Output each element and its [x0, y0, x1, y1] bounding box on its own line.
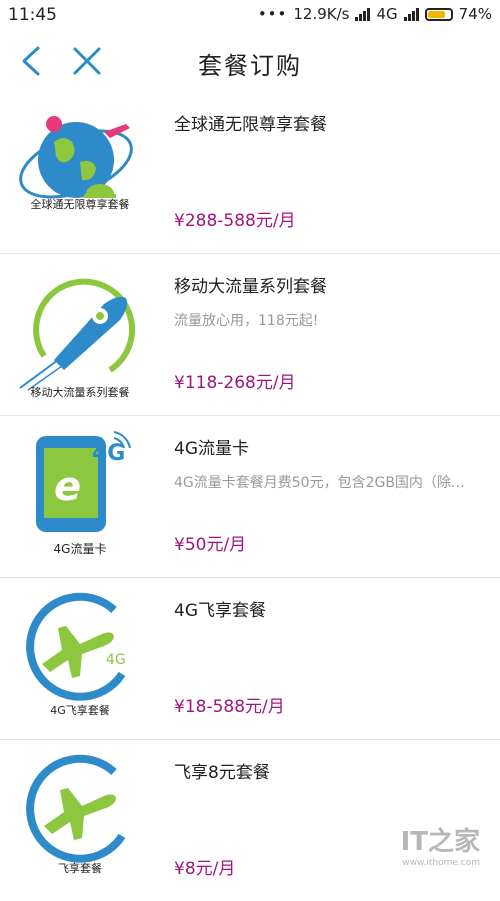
- item-logo-caption: 4G飞享套餐: [50, 704, 110, 717]
- phone-4g-icon: e 4G: [36, 431, 131, 532]
- item-price: ¥288-588元/月: [174, 211, 296, 231]
- more-dots-icon: •••: [257, 5, 288, 23]
- item-desc: 流量放心用，118元起!: [174, 313, 319, 329]
- svg-text:4G: 4G: [106, 652, 126, 668]
- item-price: ¥118-268元/月: [174, 373, 296, 393]
- globe-travel-icon: [19, 116, 133, 199]
- list-item[interactable]: e 4G 4G流量卡 4G流量卡 4G流量卡套餐月费50元，包含2GB国内（除……: [0, 416, 500, 578]
- item-title: 4G飞享套餐: [174, 601, 266, 621]
- item-logo-caption: 飞享套餐: [58, 862, 102, 875]
- svg-text:4G: 4G: [92, 441, 125, 466]
- item-logo-caption: 移动大流量系列套餐: [30, 386, 130, 399]
- watermark-logo: IT之家: [400, 827, 480, 857]
- watermark-url: www.ithome.com: [402, 858, 480, 868]
- battery-icon: [424, 7, 453, 21]
- item-price: ¥18-588元/月: [174, 697, 285, 717]
- rocket-icon: [19, 278, 136, 391]
- item-title: 4G流量卡: [174, 439, 249, 459]
- network-type: 4G: [376, 5, 398, 23]
- network-speed: 12.9K/s: [293, 5, 350, 23]
- list-item[interactable]: 全球通无限尊享套餐 全球通无限尊享套餐 ¥288-588元/月: [0, 92, 500, 254]
- item-desc: 4G流量卡套餐月费50元，包含2GB国内（除…: [174, 475, 465, 491]
- list-item[interactable]: 移动大流量系列套餐 移动大流量系列套餐 流量放心用，118元起! ¥118-26…: [0, 254, 500, 416]
- battery-level: 74%: [458, 5, 492, 23]
- airplane-4g-icon: 4G: [26, 592, 126, 701]
- item-price: ¥50元/月: [174, 535, 247, 555]
- status-time: 11:45: [8, 5, 57, 25]
- item-logo-caption: 全球通无限尊享套餐: [30, 198, 130, 211]
- list-item[interactable]: 4G 4G飞享套餐 4G飞享套餐 ¥18-588元/月: [0, 578, 500, 740]
- watermark: IT之家 www.ithome.com: [401, 821, 480, 868]
- status-icons: ••• 12.9K/s 4G 74%: [258, 5, 492, 23]
- status-bar: 11:45 ••• 12.9K/s 4G 74%: [0, 0, 500, 32]
- item-title: 移动大流量系列套餐: [174, 277, 327, 297]
- item-price: ¥8元/月: [174, 859, 236, 879]
- nav-bar: 套餐订购: [0, 32, 500, 92]
- package-list: 全球通无限尊享套餐 全球通无限尊享套餐 ¥288-588元/月 移动大流量系列套…: [0, 92, 500, 901]
- item-logo-caption: 4G流量卡: [53, 542, 107, 556]
- signal-icon-2: [403, 7, 419, 21]
- signal-icon: [355, 7, 371, 21]
- item-title: 飞享8元套餐: [174, 763, 270, 783]
- svg-text:e: e: [54, 464, 81, 510]
- page-title: 套餐订购: [198, 52, 302, 80]
- item-title: 全球通无限尊享套餐: [174, 115, 327, 135]
